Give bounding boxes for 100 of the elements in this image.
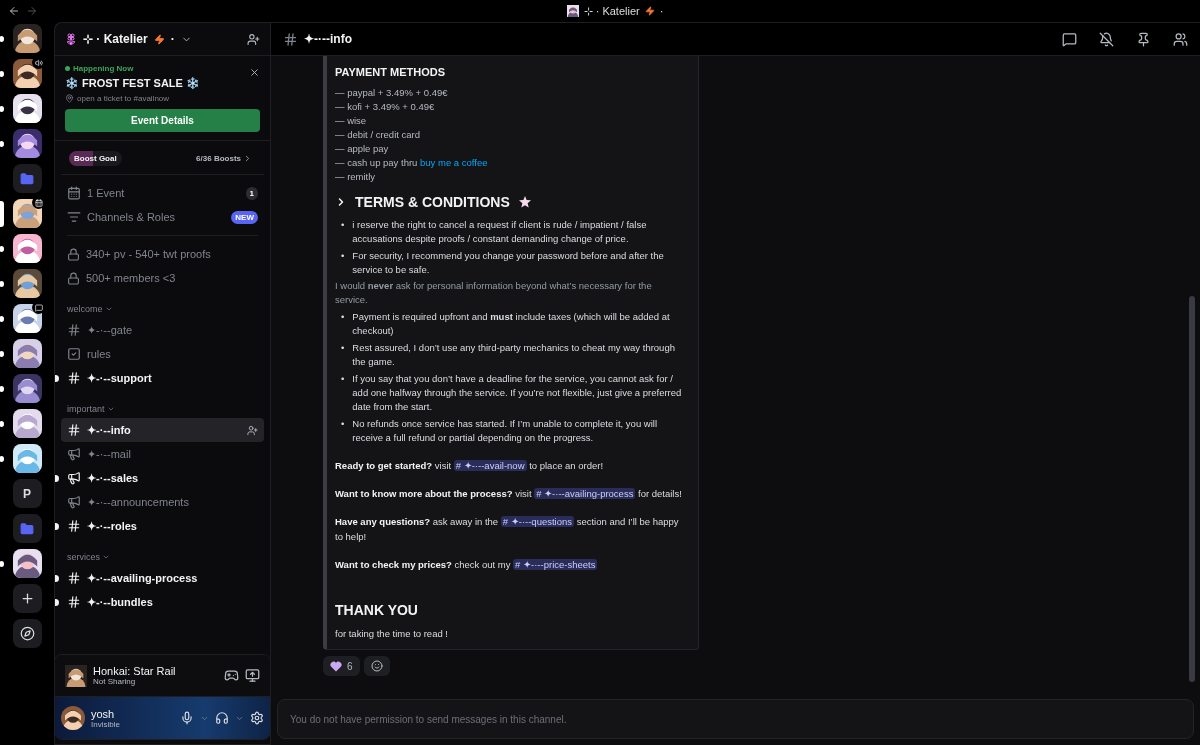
microphone-icon[interactable] <box>180 711 194 725</box>
channel-mention[interactable]: # ✦-·--questions <box>500 516 575 527</box>
bullet-text: If you say that you don’t have a deadline for the service, you cannot ask for / add one halfway through the service. If you’re not flexible, just give a preferred date from the start. <box>352 372 683 414</box>
threads-icon[interactable] <box>1062 31 1077 47</box>
username: yosh <box>91 707 115 720</box>
sidebar-item[interactable]: Channels & Roles NEW <box>61 205 264 229</box>
server-folder[interactable] <box>12 164 42 193</box>
invite-icon[interactable] <box>247 424 258 436</box>
paragraph: Want to check my prices? check out my # ✦-·--price-sheets <box>335 558 599 572</box>
channel-item[interactable]: ✦-·--announcements <box>61 490 264 514</box>
flower-icon <box>65 33 77 45</box>
game-name: Honkai: Star Rail <box>93 665 177 677</box>
bullet-text: Payment is required upfront and must include taxes (which will be added at checkout) <box>352 310 671 338</box>
event-title: ❄ FROST FEST SALE ❄ <box>65 77 201 90</box>
add-reaction-button[interactable] <box>363 656 390 676</box>
payment-method: — debit / credit card <box>335 128 421 142</box>
compass-icon <box>19 626 35 641</box>
channel-mention[interactable]: # ✦-·--availing-process <box>534 488 636 499</box>
sidebar-item[interactable]: 1 Event 1 <box>61 181 264 205</box>
server-name[interactable]: ⊹ · Katelier <box>83 32 148 46</box>
channel-mention[interactable]: # ✦-·--avail-now <box>453 460 527 471</box>
gamepad-icon[interactable] <box>224 668 239 683</box>
category-header[interactable]: welcome <box>61 290 264 318</box>
hash-icon <box>67 519 81 533</box>
settings-icon[interactable] <box>250 711 264 725</box>
server-icon[interactable] <box>12 549 42 578</box>
category-header[interactable]: important <box>61 390 264 418</box>
server-icon[interactable] <box>12 199 42 228</box>
section-heading: TERMS & CONDITIONS <box>355 194 510 210</box>
server-folder[interactable] <box>12 514 42 543</box>
payment-method: — paypal + 3.49% + 0.49€ <box>335 86 449 100</box>
back-icon[interactable] <box>8 5 20 17</box>
rules-icon <box>67 347 81 361</box>
megaphone-icon <box>67 447 81 461</box>
hash-icon <box>67 571 81 585</box>
channel-item[interactable]: ✦-·--availing-process <box>61 566 264 590</box>
category-header[interactable]: services <box>61 538 264 566</box>
channel-item[interactable]: ✦-·--gate <box>61 318 264 342</box>
location-icon <box>65 94 74 103</box>
members-icon[interactable] <box>1173 31 1188 47</box>
boost-goal-bar[interactable]: Boost Goal <box>69 151 122 166</box>
pin-icon[interactable] <box>1136 31 1151 47</box>
heart-icon <box>330 660 342 672</box>
payment-method: — kofi + 3.49% + 0.49€ <box>335 100 436 114</box>
server-icon[interactable] <box>12 94 42 123</box>
server-icon[interactable] <box>12 24 42 53</box>
link[interactable]: buy me a coffee <box>420 157 488 168</box>
server-icon[interactable] <box>12 234 42 263</box>
event-status: Happening Now <box>65 64 260 73</box>
sharing-status: Not Sharing <box>93 677 137 686</box>
channel-mention[interactable]: # ✦-·--price-sheets <box>513 559 598 570</box>
channel-title: ✦-·--info <box>304 32 353 46</box>
payment-method: — apple pay <box>335 142 390 156</box>
bullet-marker: • <box>341 310 345 324</box>
lock-icon <box>67 271 80 285</box>
hash-icon <box>67 371 81 385</box>
folder-icon <box>20 171 34 186</box>
count-badge: 1 <box>245 186 258 200</box>
reaction-button[interactable]: 6 <box>323 656 360 676</box>
server-icon[interactable] <box>12 374 42 403</box>
server-icon[interactable] <box>12 129 42 158</box>
server-icon[interactable] <box>12 269 42 298</box>
add-server-button[interactable] <box>12 584 42 613</box>
channel-item[interactable]: ✦-·--info <box>61 418 264 442</box>
lightning-icon <box>153 33 165 45</box>
channel-item[interactable]: ✦-·--sales <box>61 466 264 490</box>
paragraph: Have any questions? ask away in the # ✦-·--questions section and I’ll be happy to help! <box>335 515 680 544</box>
megaphone-icon <box>67 471 81 485</box>
server-icon[interactable] <box>12 409 42 438</box>
user-status: Invisible <box>91 719 121 729</box>
screen-share-icon[interactable] <box>245 668 260 683</box>
server-item[interactable]: P <box>0 479 54 508</box>
bullet-text: i reserve the right to cancel a request if client is rude / impatient / false accusations despite proofs / constant demanding change of price. <box>352 218 648 246</box>
browse-icon <box>67 210 81 224</box>
plus-icon <box>19 591 35 606</box>
channel-item[interactable]: ✦-·--mail <box>61 442 264 466</box>
channel-item[interactable]: rules <box>61 342 264 366</box>
server-icon[interactable] <box>12 339 42 368</box>
channel-item[interactable]: ✦-·--roles <box>61 514 264 538</box>
server-icon[interactable] <box>12 304 42 333</box>
megaphone-icon <box>67 495 81 509</box>
explore-button[interactable] <box>12 619 42 648</box>
close-icon[interactable] <box>249 67 260 78</box>
headphones-icon[interactable] <box>215 711 229 725</box>
locked-channel[interactable]: 500+ members <3 <box>61 266 264 290</box>
bullet-marker: • <box>341 341 345 355</box>
server-icon[interactable] <box>12 444 42 473</box>
channel-item[interactable]: ✦-·--bundles <box>61 590 264 614</box>
chevron-down-icon <box>104 305 113 313</box>
bullet-text: No refunds once service has started. If I’m unable to complete it, you will receive a full refund or partial depending on the progress. <box>352 417 658 445</box>
lightning-icon <box>644 6 655 16</box>
event-details-button[interactable]: Event Details <box>65 109 260 132</box>
bullet-text: For security, I recommend you change your password before and after the service to be safe. <box>352 249 665 277</box>
invite-icon[interactable] <box>247 32 260 46</box>
channel-item[interactable]: ✦-·--support <box>61 366 264 390</box>
server-icon[interactable]: P <box>12 479 42 508</box>
locked-channel[interactable]: 340+ pv - 540+ twt proofs <box>61 242 264 266</box>
server-icon[interactable] <box>12 59 42 88</box>
muted-bell-icon[interactable] <box>1099 31 1114 47</box>
thanks-heading: THANK YOU <box>335 602 419 618</box>
